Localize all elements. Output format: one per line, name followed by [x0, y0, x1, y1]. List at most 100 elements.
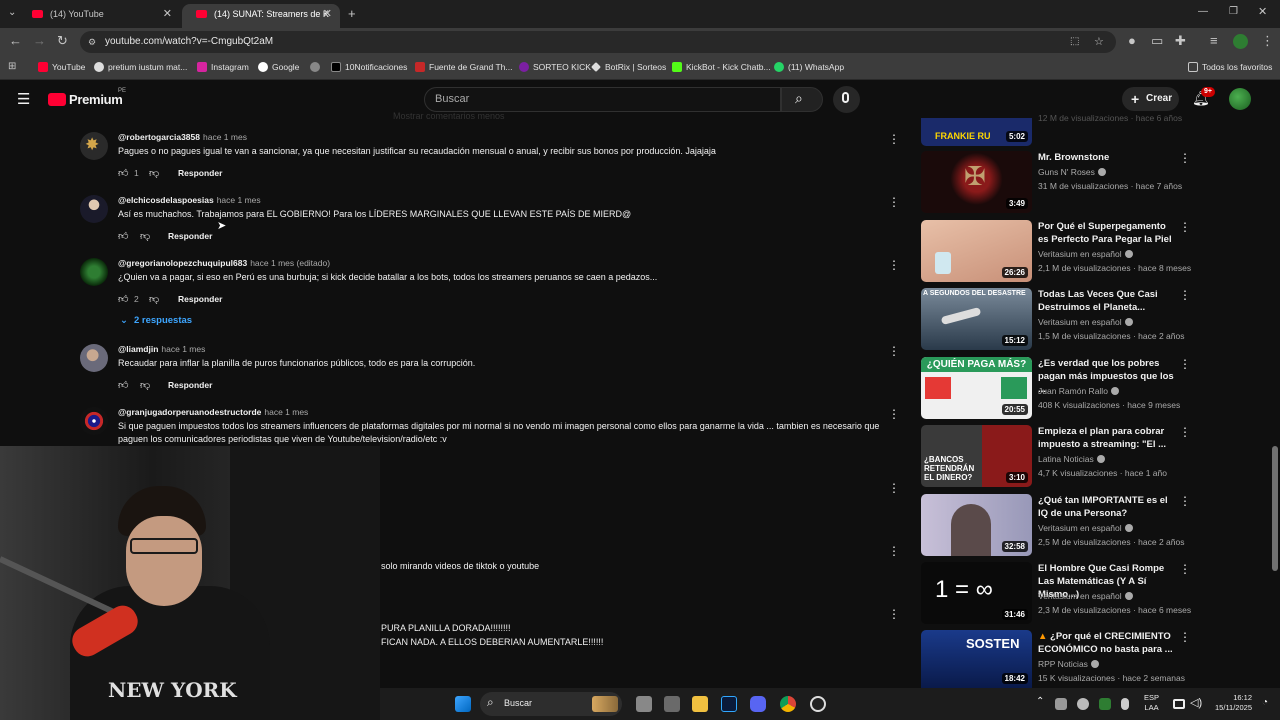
- reply-button[interactable]: Responder: [178, 168, 222, 178]
- volume-icon[interactable]: ◁): [1190, 696, 1202, 709]
- tray-app-icon[interactable]: [1077, 698, 1089, 710]
- forward-icon[interactable]: →: [33, 34, 46, 48]
- tab-close-icon[interactable]: ✕: [323, 4, 332, 24]
- video-menu-icon[interactable]: ⋮: [1179, 630, 1191, 644]
- bookmark-x[interactable]: 10Notificaciones: [331, 61, 407, 73]
- comment-author[interactable]: @elchicosdelaspoesias hace 1 mes: [118, 195, 261, 205]
- comment-author[interactable]: @liamdjin hace 1 mes: [118, 344, 205, 354]
- video-card[interactable]: 32:58 ¿Qué tan IMPORTANTE es el IQ de un…: [921, 494, 1191, 556]
- video-thumbnail[interactable]: ✠ 3:49: [921, 151, 1032, 213]
- avatar[interactable]: [80, 407, 108, 435]
- taskbar-search[interactable]: ⌕ Buscar: [480, 692, 622, 716]
- notification-center-icon[interactable]: ◔: [1262, 697, 1268, 708]
- site-info-icon[interactable]: ⚙: [88, 31, 96, 53]
- comment-menu-icon[interactable]: ⋮: [888, 132, 900, 146]
- task-view-icon[interactable]: [636, 696, 652, 712]
- scrollbar-thumb[interactable]: [1272, 446, 1278, 571]
- tray-chevron-icon[interactable]: ⌃: [1036, 696, 1044, 707]
- tray-app-icon[interactable]: [1055, 698, 1067, 710]
- extension-icon[interactable]: ▭: [1151, 34, 1163, 48]
- reading-list-icon[interactable]: ≡: [1210, 34, 1218, 48]
- new-tab-icon[interactable]: +: [348, 6, 356, 21]
- video-channel[interactable]: Guns N' Roses: [1038, 167, 1106, 177]
- video-channel[interactable]: Latina Noticias: [1038, 454, 1105, 464]
- comment-menu-icon[interactable]: ⋮: [888, 258, 900, 272]
- dislike-icon[interactable]: 👎︎: [140, 379, 150, 391]
- reply-button[interactable]: Responder: [168, 231, 212, 241]
- comment-menu-icon[interactable]: ⋮: [888, 344, 900, 358]
- bookmark-sorteo-kick[interactable]: SORTEO KICK: [519, 61, 591, 73]
- video-channel[interactable]: RPP Noticias: [1038, 659, 1099, 669]
- account-avatar[interactable]: [1229, 88, 1251, 110]
- extensions-puzzle-icon[interactable]: ✚: [1175, 34, 1186, 48]
- video-menu-icon[interactable]: ⋮: [1179, 357, 1191, 371]
- video-thumbnail[interactable]: FRANKIE RU 5:02: [921, 118, 1032, 146]
- bookmark-fuente[interactable]: Fuente de Grand Th...: [415, 61, 512, 73]
- file-explorer-icon[interactable]: [692, 696, 708, 712]
- reload-icon[interactable]: ↻: [57, 34, 68, 48]
- video-thumbnail[interactable]: SOSTEN 18:42: [921, 630, 1032, 688]
- bookmark-globe[interactable]: [310, 61, 324, 73]
- video-channel[interactable]: Veritasium en español: [1038, 523, 1133, 533]
- avatar[interactable]: [80, 258, 108, 286]
- extension-icon[interactable]: ●: [1128, 34, 1136, 48]
- bookmark-kickbot[interactable]: KickBot - Kick Chatb...: [672, 61, 771, 73]
- video-menu-icon[interactable]: ⋮: [1179, 425, 1191, 439]
- comment-menu-icon[interactable]: ⋮: [888, 607, 900, 621]
- language-indicator[interactable]: ESP LAA: [1144, 693, 1159, 713]
- avatar[interactable]: ✸: [80, 132, 108, 160]
- bookmark-google[interactable]: Google: [258, 61, 299, 73]
- tab-search-icon[interactable]: ⌄: [8, 7, 16, 18]
- browser-menu-icon[interactable]: ⋮: [1261, 34, 1274, 48]
- comment-author[interactable]: @granjugadorperuanodestructorde hace 1 me…: [118, 407, 308, 417]
- video-thumbnail[interactable]: A SEGUNDOS DEL DESASTRE 15:12: [921, 288, 1032, 350]
- video-thumbnail[interactable]: ¿BANCOS RETENDRÁN EL DINERO? 3:10: [921, 425, 1032, 487]
- restore-icon[interactable]: ❐: [1229, 6, 1238, 17]
- app-icon[interactable]: [664, 696, 680, 712]
- reply-button[interactable]: Responder: [178, 294, 222, 304]
- profile-avatar[interactable]: [1233, 34, 1248, 49]
- comment-menu-icon[interactable]: ⋮: [888, 544, 900, 558]
- all-bookmarks[interactable]: Todos los favoritos: [1188, 61, 1272, 73]
- video-channel[interactable]: Veritasium en español: [1038, 317, 1133, 327]
- video-card[interactable]: FRANKIE RU 5:02 12 M de visualizaciones …: [921, 113, 1191, 146]
- video-menu-icon[interactable]: ⋮: [1179, 151, 1191, 165]
- comment-author[interactable]: @gregorianolopezchuquipul683 hace 1 mes (…: [118, 258, 330, 268]
- page-scrollbar[interactable]: [1272, 118, 1278, 688]
- tab-youtube[interactable]: (14) YouTube ✕: [18, 4, 180, 28]
- obs-icon[interactable]: [810, 696, 826, 712]
- video-thumbnail[interactable]: ¿QUIÉN PAGA MÁS? 20:55: [921, 357, 1032, 419]
- video-menu-icon[interactable]: ⋮: [1179, 562, 1191, 576]
- bookmark-youtube[interactable]: YouTube: [38, 61, 85, 73]
- comment-menu-icon[interactable]: ⋮: [888, 407, 900, 421]
- apps-grid-icon[interactable]: ⊞: [8, 61, 16, 72]
- video-card[interactable]: ¿BANCOS RETENDRÁN EL DINERO? 3:10 Empiez…: [921, 425, 1191, 487]
- create-button[interactable]: + Crear: [1122, 87, 1179, 111]
- hamburger-menu-icon[interactable]: ☰: [17, 90, 30, 108]
- video-thumbnail[interactable]: 1 = ∞ 31:46: [921, 562, 1032, 624]
- video-card[interactable]: ¿QUIÉN PAGA MÁS? 20:55 ¿Es verdad que lo…: [921, 357, 1191, 419]
- video-card[interactable]: 26:26 Por Qué el Superpegamento es Perfe…: [921, 220, 1191, 282]
- video-channel[interactable]: Juan Ramón Rallo: [1038, 386, 1119, 396]
- avatar[interactable]: [80, 195, 108, 223]
- photoshop-icon[interactable]: [721, 696, 737, 712]
- video-card[interactable]: SOSTEN 18:42 ▲ ¿Por qué el CRECIMIENTO E…: [921, 630, 1191, 688]
- dislike-icon[interactable]: 👎︎: [149, 293, 159, 305]
- video-thumbnail[interactable]: 26:26: [921, 220, 1032, 282]
- dislike-icon[interactable]: 👎︎: [140, 230, 150, 242]
- minimize-icon[interactable]: —: [1198, 6, 1208, 17]
- reply-button[interactable]: Responder: [168, 380, 212, 390]
- tab-sunat[interactable]: (14) SUNAT: Streamers de K ✕: [182, 4, 340, 28]
- video-menu-icon[interactable]: ⋮: [1179, 494, 1191, 508]
- comment-menu-icon[interactable]: ⋮: [888, 195, 900, 209]
- dislike-icon[interactable]: 👎︎: [149, 167, 159, 179]
- bookmark-star-icon[interactable]: ☆: [1094, 31, 1104, 53]
- like-icon[interactable]: 👍︎: [118, 167, 128, 179]
- tray-app-icon[interactable]: [1099, 698, 1111, 710]
- voice-search-button[interactable]: [833, 86, 860, 113]
- back-icon[interactable]: ←: [9, 34, 22, 48]
- avatar[interactable]: [80, 344, 108, 372]
- comment-menu-icon[interactable]: ⋮: [888, 481, 900, 495]
- chrome-icon[interactable]: [780, 696, 796, 712]
- like-icon[interactable]: 👍︎: [118, 379, 128, 391]
